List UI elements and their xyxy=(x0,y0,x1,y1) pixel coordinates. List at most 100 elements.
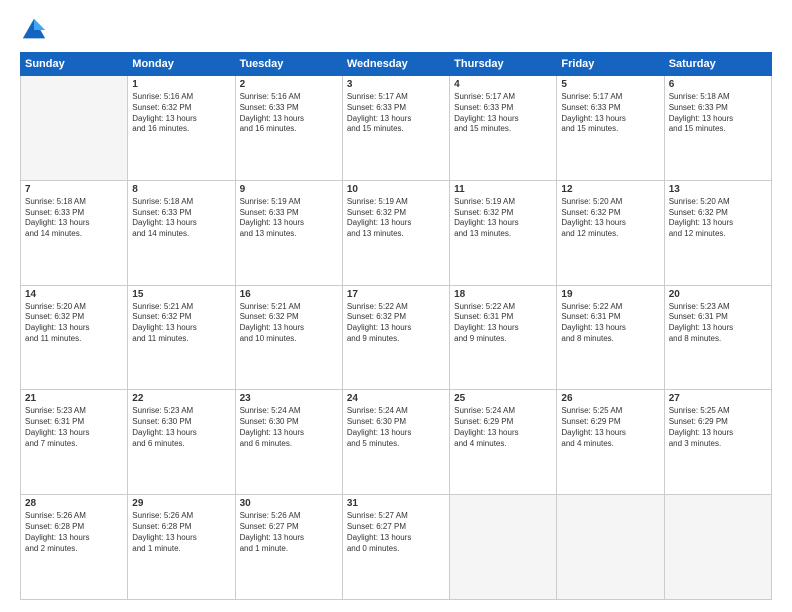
day-number: 29 xyxy=(132,498,230,509)
day-info: Sunrise: 5:24 AM Sunset: 6:30 PM Dayligh… xyxy=(240,406,338,449)
day-info: Sunrise: 5:26 AM Sunset: 6:27 PM Dayligh… xyxy=(240,511,338,554)
calendar-cell: 2Sunrise: 5:16 AM Sunset: 6:33 PM Daylig… xyxy=(235,76,342,181)
day-info: Sunrise: 5:23 AM Sunset: 6:30 PM Dayligh… xyxy=(132,406,230,449)
day-info: Sunrise: 5:20 AM Sunset: 6:32 PM Dayligh… xyxy=(561,197,659,240)
day-info: Sunrise: 5:20 AM Sunset: 6:32 PM Dayligh… xyxy=(25,302,123,345)
day-number: 25 xyxy=(454,393,552,404)
calendar-cell: 29 Sunrise: 5:26 AM Sunset: 6:28 PM Dayli… xyxy=(128,495,235,600)
day-number: 21 xyxy=(25,393,123,404)
day-number: 2 xyxy=(240,79,338,90)
day-number: 8 xyxy=(132,184,230,195)
calendar-table: SundayMondayTuesdayWednesdayThursdayFrid… xyxy=(20,52,772,600)
day-number: 14 xyxy=(25,289,123,300)
calendar-cell xyxy=(450,495,557,600)
day-number: 24 xyxy=(347,393,445,404)
calendar-cell: 6Sunrise: 5:18 AM Sunset: 6:33 PM Daylig… xyxy=(664,76,771,181)
day-number: 15 xyxy=(132,289,230,300)
weekday-header-wednesday: Wednesday xyxy=(342,53,449,76)
day-number: 18 xyxy=(454,289,552,300)
day-info: Sunrise: 5:17 AM Sunset: 6:33 PM Dayligh… xyxy=(454,92,552,135)
day-info: Sunrise: 5:24 AM Sunset: 6:29 PM Dayligh… xyxy=(454,406,552,449)
day-info: Sunrise: 5:26 AM Sunset: 6:28 PM Dayligh… xyxy=(25,511,123,554)
calendar-cell: 1 Sunrise: 5:16 AM Sunset: 6:32 PM Daylig… xyxy=(128,76,235,181)
day-info: Sunrise: 5:19 AM Sunset: 6:32 PM Dayligh… xyxy=(454,197,552,240)
day-info: Sunrise: 5:27 AM Sunset: 6:27 PM Dayligh… xyxy=(347,511,445,554)
calendar-cell xyxy=(557,495,664,600)
day-info: Sunrise: 5:17 AM Sunset: 6:33 PM Dayligh… xyxy=(561,92,659,135)
calendar-cell: 16 Sunrise: 5:21 AM Sunset: 6:32 PM Dayli… xyxy=(235,285,342,390)
day-number: 26 xyxy=(561,393,659,404)
day-info: Sunrise: 5:17 AM Sunset: 6:33 PM Dayligh… xyxy=(347,92,445,135)
day-number: 10 xyxy=(347,184,445,195)
day-info: Sunrise: 5:25 AM Sunset: 6:29 PM Dayligh… xyxy=(561,406,659,449)
day-number: 1 xyxy=(132,79,230,90)
calendar-cell: 31 Sunrise: 5:27 AM Sunset: 6:27 PM Dayli… xyxy=(342,495,449,600)
weekday-header-saturday: Saturday xyxy=(664,53,771,76)
calendar-cell: 21Sunrise: 5:23 AM Sunset: 6:31 PM Dayli… xyxy=(21,390,128,495)
calendar-cell: 17 Sunrise: 5:22 AM Sunset: 6:32 PM Dayli… xyxy=(342,285,449,390)
day-info: Sunrise: 5:21 AM Sunset: 6:32 PM Dayligh… xyxy=(240,302,338,345)
day-number: 30 xyxy=(240,498,338,509)
day-number: 12 xyxy=(561,184,659,195)
day-number: 11 xyxy=(454,184,552,195)
day-number: 6 xyxy=(669,79,767,90)
calendar-cell: 28 Sunrise: 5:26 AM Sunset: 6:28 PM Dayli… xyxy=(21,495,128,600)
calendar-cell: 9 Sunrise: 5:19 AM Sunset: 6:33 PM Daylig… xyxy=(235,180,342,285)
day-info: Sunrise: 5:18 AM Sunset: 6:33 PM Dayligh… xyxy=(132,197,230,240)
calendar-cell: 14 Sunrise: 5:20 AM Sunset: 6:32 PM Dayli… xyxy=(21,285,128,390)
calendar-cell: 5 Sunrise: 5:17 AM Sunset: 6:33 PM Daylig… xyxy=(557,76,664,181)
day-number: 28 xyxy=(25,498,123,509)
calendar-cell: 8 Sunrise: 5:18 AM Sunset: 6:33 PM Daylig… xyxy=(128,180,235,285)
day-number: 5 xyxy=(561,79,659,90)
calendar-week-4: 21Sunrise: 5:23 AM Sunset: 6:31 PM Dayli… xyxy=(21,390,772,495)
calendar-cell xyxy=(664,495,771,600)
day-info: Sunrise: 5:23 AM Sunset: 6:31 PM Dayligh… xyxy=(669,302,767,345)
calendar-cell: 26 Sunrise: 5:25 AM Sunset: 6:29 PM Dayli… xyxy=(557,390,664,495)
day-number: 16 xyxy=(240,289,338,300)
day-number: 13 xyxy=(669,184,767,195)
calendar-week-1: 1 Sunrise: 5:16 AM Sunset: 6:32 PM Daylig… xyxy=(21,76,772,181)
logo-icon xyxy=(20,16,48,44)
weekday-header-friday: Friday xyxy=(557,53,664,76)
day-info: Sunrise: 5:22 AM Sunset: 6:31 PM Dayligh… xyxy=(454,302,552,345)
day-info: Sunrise: 5:22 AM Sunset: 6:31 PM Dayligh… xyxy=(561,302,659,345)
calendar-cell: 27Sunrise: 5:25 AM Sunset: 6:29 PM Dayli… xyxy=(664,390,771,495)
day-number: 31 xyxy=(347,498,445,509)
calendar-cell: 3 Sunrise: 5:17 AM Sunset: 6:33 PM Daylig… xyxy=(342,76,449,181)
day-number: 17 xyxy=(347,289,445,300)
calendar-cell: 10 Sunrise: 5:19 AM Sunset: 6:32 PM Dayli… xyxy=(342,180,449,285)
calendar-cell: 30 Sunrise: 5:26 AM Sunset: 6:27 PM Dayli… xyxy=(235,495,342,600)
calendar-cell: 19 Sunrise: 5:22 AM Sunset: 6:31 PM Dayli… xyxy=(557,285,664,390)
calendar-cell: 13Sunrise: 5:20 AM Sunset: 6:32 PM Dayli… xyxy=(664,180,771,285)
calendar-week-5: 28 Sunrise: 5:26 AM Sunset: 6:28 PM Dayli… xyxy=(21,495,772,600)
day-number: 23 xyxy=(240,393,338,404)
day-info: Sunrise: 5:19 AM Sunset: 6:33 PM Dayligh… xyxy=(240,197,338,240)
day-info: Sunrise: 5:21 AM Sunset: 6:32 PM Dayligh… xyxy=(132,302,230,345)
weekday-header-tuesday: Tuesday xyxy=(235,53,342,76)
day-number: 19 xyxy=(561,289,659,300)
day-info: Sunrise: 5:16 AM Sunset: 6:32 PM Dayligh… xyxy=(132,92,230,135)
calendar-header-row: SundayMondayTuesdayWednesdayThursdayFrid… xyxy=(21,53,772,76)
calendar-cell: 22Sunrise: 5:23 AM Sunset: 6:30 PM Dayli… xyxy=(128,390,235,495)
day-number: 3 xyxy=(347,79,445,90)
calendar-cell: 11 Sunrise: 5:19 AM Sunset: 6:32 PM Dayli… xyxy=(450,180,557,285)
day-number: 7 xyxy=(25,184,123,195)
calendar-cell: 7 Sunrise: 5:18 AM Sunset: 6:33 PM Daylig… xyxy=(21,180,128,285)
calendar-cell: 12 Sunrise: 5:20 AM Sunset: 6:32 PM Dayli… xyxy=(557,180,664,285)
day-number: 4 xyxy=(454,79,552,90)
logo xyxy=(20,16,52,44)
calendar-cell: 20Sunrise: 5:23 AM Sunset: 6:31 PM Dayli… xyxy=(664,285,771,390)
day-info: Sunrise: 5:18 AM Sunset: 6:33 PM Dayligh… xyxy=(25,197,123,240)
calendar-cell: 18 Sunrise: 5:22 AM Sunset: 6:31 PM Dayli… xyxy=(450,285,557,390)
calendar-cell: 25 Sunrise: 5:24 AM Sunset: 6:29 PM Dayli… xyxy=(450,390,557,495)
calendar-cell: 23 Sunrise: 5:24 AM Sunset: 6:30 PM Dayli… xyxy=(235,390,342,495)
day-info: Sunrise: 5:25 AM Sunset: 6:29 PM Dayligh… xyxy=(669,406,767,449)
calendar-cell: 4 Sunrise: 5:17 AM Sunset: 6:33 PM Daylig… xyxy=(450,76,557,181)
day-info: Sunrise: 5:19 AM Sunset: 6:32 PM Dayligh… xyxy=(347,197,445,240)
header xyxy=(20,16,772,44)
calendar-week-2: 7 Sunrise: 5:18 AM Sunset: 6:33 PM Daylig… xyxy=(21,180,772,285)
calendar-cell: 15 Sunrise: 5:21 AM Sunset: 6:32 PM Dayli… xyxy=(128,285,235,390)
day-info: Sunrise: 5:26 AM Sunset: 6:28 PM Dayligh… xyxy=(132,511,230,554)
day-number: 9 xyxy=(240,184,338,195)
day-info: Sunrise: 5:22 AM Sunset: 6:32 PM Dayligh… xyxy=(347,302,445,345)
